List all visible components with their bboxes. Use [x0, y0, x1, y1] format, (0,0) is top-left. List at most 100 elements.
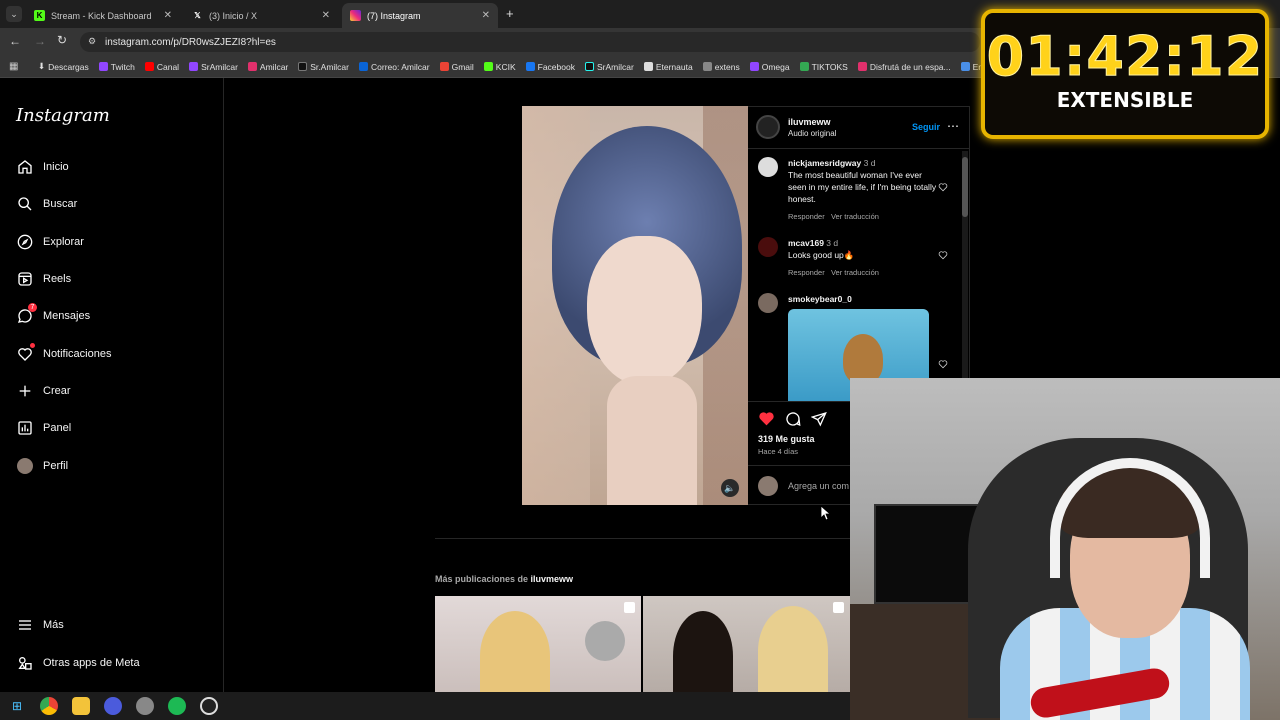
tab-title: (3) Inicio / X [209, 10, 258, 21]
post-audio[interactable]: Audio original [788, 129, 836, 138]
bookmark[interactable]: SrAmilcar [584, 62, 634, 72]
webcam-overlay [850, 378, 1280, 720]
share-icon[interactable] [811, 411, 827, 427]
like-comment-icon[interactable] [938, 359, 948, 369]
more-options-icon[interactable]: ⋯ [947, 119, 959, 133]
tab-search-button[interactable]: ⌄ [6, 6, 22, 22]
translate-button[interactable]: Ver traducción [831, 212, 879, 221]
instagram-logo[interactable]: Instagram [16, 105, 110, 126]
close-icon[interactable]: ✕ [164, 10, 172, 21]
comment-username[interactable]: mcav169 [788, 238, 824, 248]
commenter-avatar[interactable] [758, 157, 778, 177]
reload-icon[interactable]: ↻ [57, 33, 67, 47]
bookmark[interactable]: SrAmilcar [189, 62, 238, 72]
bookmark[interactable]: Omega [749, 62, 790, 72]
nav-mensajes[interactable]: 7 Mensajes [16, 303, 90, 324]
chrome-icon[interactable] [40, 697, 58, 715]
like-icon[interactable] [758, 411, 775, 426]
more-post-thumbnail[interactable] [643, 596, 850, 692]
like-comment-icon[interactable] [938, 182, 948, 192]
windows-start-icon[interactable]: ⊞ [8, 697, 26, 715]
twitch-icon [98, 62, 108, 71]
bookmark[interactable]: extens [702, 62, 740, 72]
bookmark[interactable]: TIKTOKS [799, 62, 848, 72]
avatar-icon [16, 457, 33, 474]
tab-x[interactable]: 𝕏 (3) Inicio / X ✕ [184, 3, 338, 28]
forward-icon[interactable]: → [34, 34, 46, 48]
bookmark[interactable]: Twitch [98, 62, 135, 72]
bookmark[interactable]: Disfrutá de un espa... [857, 62, 951, 72]
comment-username[interactable]: smokeybear0_0 [788, 294, 852, 304]
obs-icon[interactable] [200, 697, 218, 715]
instagram-icon [247, 62, 257, 71]
comment-username[interactable]: nickjamesridgway [788, 158, 861, 168]
bookmark[interactable]: Sr.Amilcar [298, 62, 349, 72]
likes-count[interactable]: 319 Me gusta [758, 434, 815, 444]
nav-perfil[interactable]: Perfil [16, 457, 68, 474]
comment-icon[interactable] [785, 411, 801, 427]
bookmark[interactable]: Eternauta [643, 62, 693, 72]
follow-button[interactable]: Seguir [912, 122, 940, 132]
post-author-username[interactable]: iluvmeww [788, 117, 831, 127]
reply-button[interactable]: Responder [788, 268, 825, 277]
spotify-icon[interactable] [168, 697, 186, 715]
apps-grid-icon[interactable]: ▦ [9, 61, 18, 72]
stream-timer-overlay: 01:42:12 EXTENSIBLE [981, 9, 1269, 139]
site-info-icon[interactable]: ⚙ [88, 36, 96, 47]
chrome-profile-icon[interactable] [104, 697, 122, 715]
back-icon[interactable]: ← [9, 34, 21, 48]
nav-buscar[interactable]: Buscar [16, 195, 77, 212]
volume-icon[interactable]: 🔈 [721, 479, 739, 497]
nav-crear[interactable]: Crear [16, 382, 71, 399]
add-comment-input[interactable]: Agrega un com [788, 481, 849, 491]
bookmark[interactable]: KCIK [483, 62, 516, 72]
new-tab-button[interactable]: + [506, 6, 514, 21]
user-avatar [758, 476, 778, 496]
nav-mas[interactable]: Más [16, 616, 64, 633]
scrollbar-thumb[interactable] [962, 157, 968, 217]
close-icon[interactable]: ✕ [322, 10, 330, 21]
translate-button[interactable]: Ver traducción [831, 268, 879, 277]
bookmark[interactable]: ⬇ Descargas [38, 61, 89, 72]
nav-label: Crear [43, 384, 71, 397]
search-icon [16, 195, 33, 212]
bookmark[interactable]: Amilcar [247, 62, 288, 72]
nav-label: Explorar [43, 235, 84, 248]
nav-notificaciones[interactable]: Notificaciones [16, 343, 111, 362]
more-posts-username[interactable]: iluvmeww [531, 574, 574, 584]
bookmark[interactable]: Canal [144, 62, 179, 72]
commenter-avatar[interactable] [758, 293, 778, 313]
post-video[interactable]: 🔈 [522, 106, 748, 505]
tab-kick[interactable]: K Stream - Kick Dashboard ✕ [26, 3, 180, 28]
like-comment-icon[interactable] [938, 250, 948, 260]
nav-label: Más [43, 618, 64, 631]
nav-meta-apps[interactable]: Otras apps de Meta [16, 654, 140, 671]
app-icon[interactable] [136, 697, 154, 715]
bookmark[interactable]: Gmail [439, 62, 474, 72]
facebook-icon [525, 62, 535, 71]
commenter-avatar[interactable] [758, 237, 778, 257]
nav-reels[interactable]: Reels [16, 270, 71, 287]
more-post-thumbnail[interactable] [435, 596, 641, 692]
post-author-avatar[interactable] [756, 115, 780, 139]
bookmark[interactable]: Facebook [525, 62, 575, 72]
close-icon[interactable]: ✕ [482, 10, 490, 21]
reply-button[interactable]: Responder [788, 212, 825, 221]
globe-icon [702, 62, 712, 71]
bookmark[interactable]: Correo: Amilcar [359, 62, 430, 72]
tab-instagram[interactable]: (7) Instagram ✕ [342, 3, 498, 28]
address-bar[interactable]: ⚙ instagram.com/p/DR0wsZJEZI8?hl=es [80, 32, 980, 52]
nav-label: Perfil [43, 459, 69, 472]
nav-explorar[interactable]: Explorar [16, 233, 84, 250]
more-posts-prefix: Más publicaciones de [435, 574, 529, 584]
comment-time: 3 d [863, 158, 876, 168]
kick-icon: K [34, 10, 45, 21]
tab-title: (7) Instagram [367, 10, 421, 21]
nav-inicio[interactable]: Inicio [16, 158, 69, 175]
nav-panel[interactable]: Panel [16, 419, 71, 436]
thumbnail-subject [480, 611, 550, 692]
heart-icon [16, 343, 35, 362]
file-explorer-icon[interactable] [72, 697, 90, 715]
instagram-sidebar: Instagram Inicio Buscar Explorar Reels 7… [0, 78, 224, 692]
comment-scrollbar[interactable] [962, 151, 968, 401]
